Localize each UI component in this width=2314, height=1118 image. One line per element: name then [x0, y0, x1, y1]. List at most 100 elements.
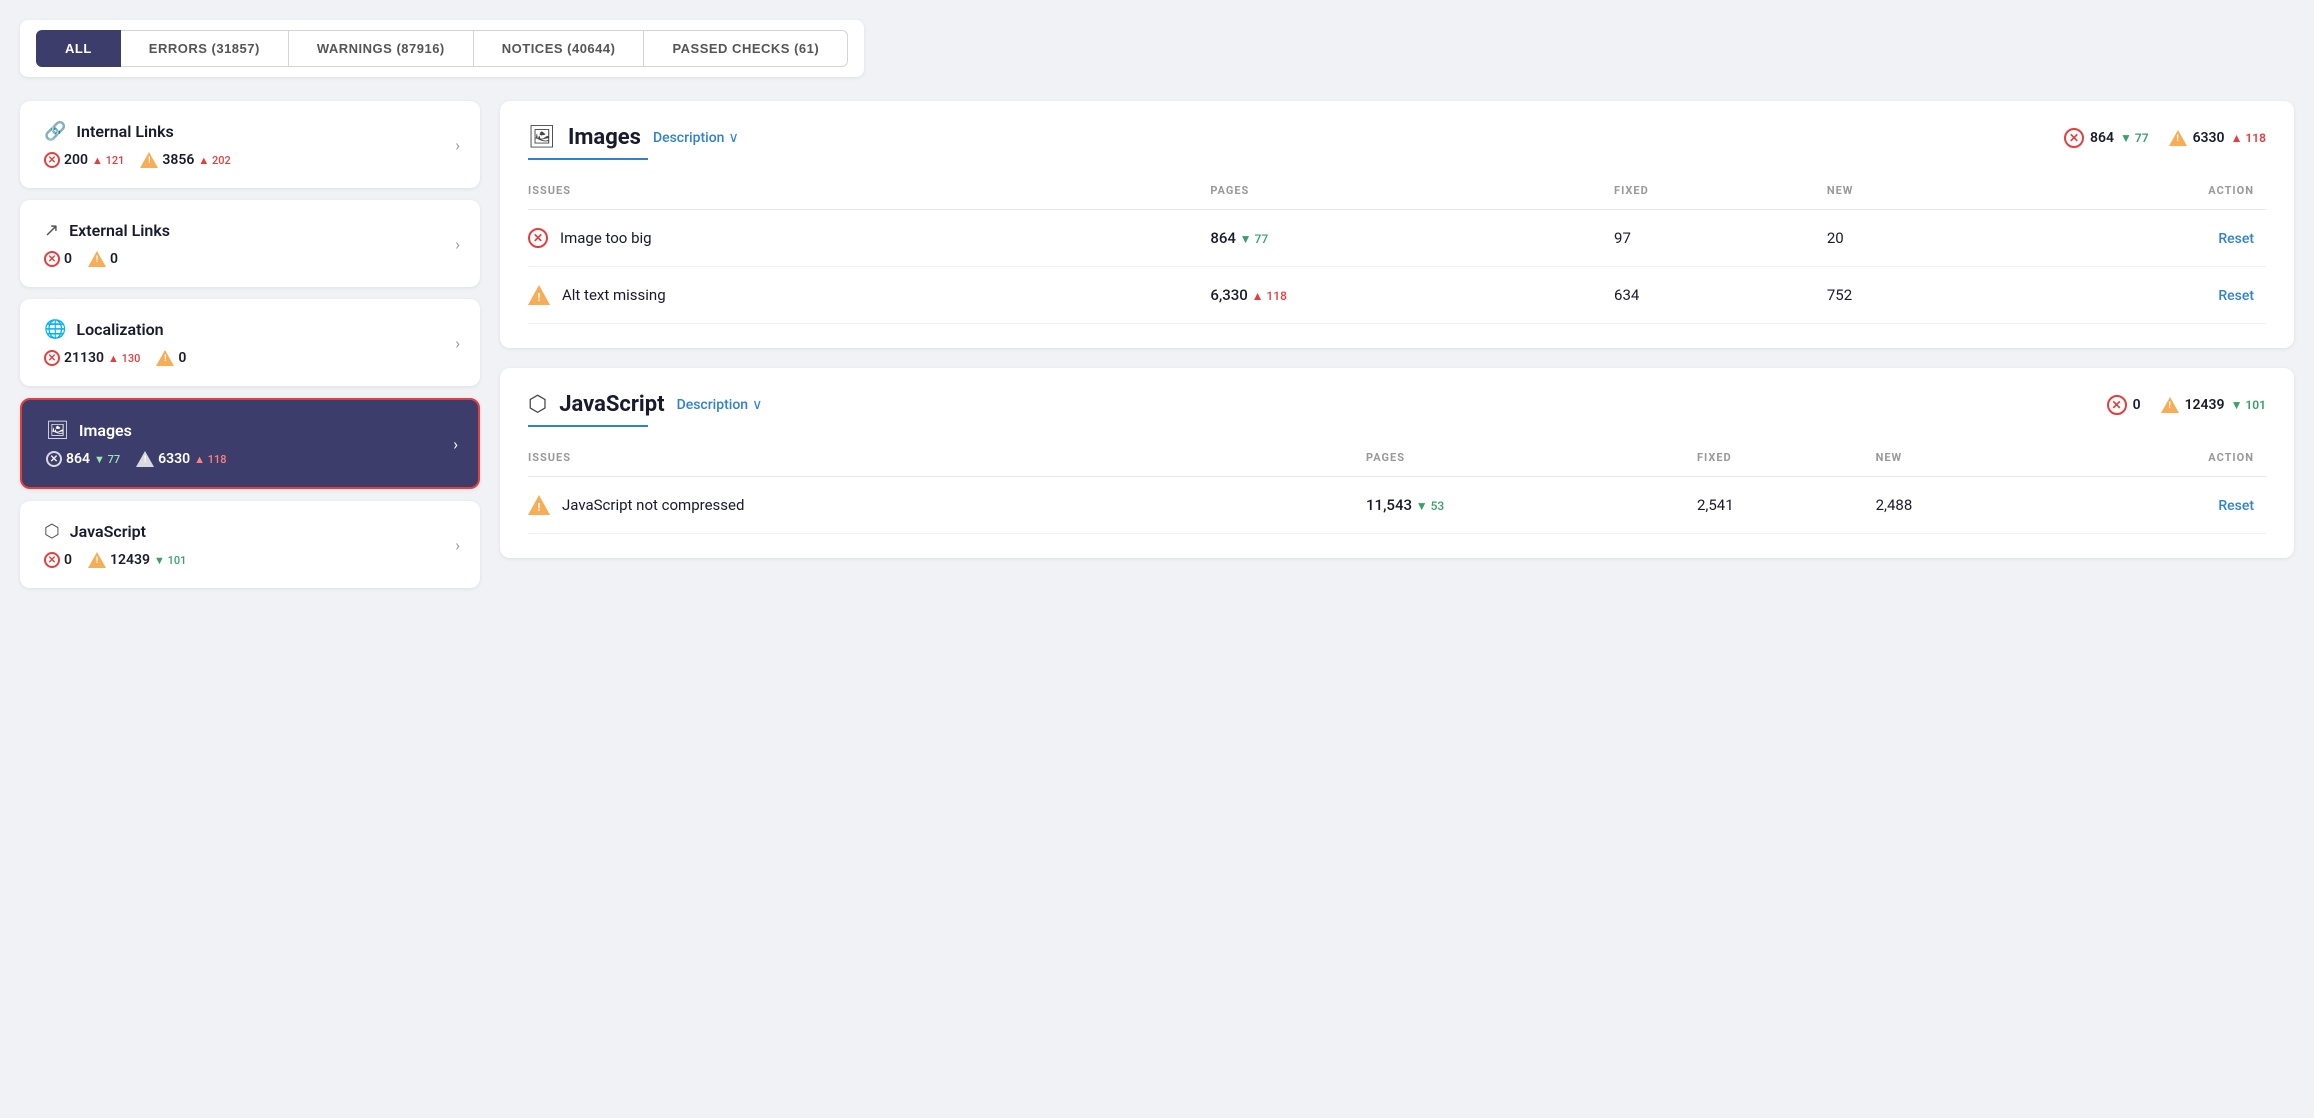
tab-passed[interactable]: PASSED CHECKS (61) — [644, 30, 848, 67]
chevron-down-icon: ∨ — [728, 130, 738, 146]
javascript-header-stats: ✕ 0 ! 12439 ▼ 101 — [2107, 395, 2266, 415]
tab-all[interactable]: ALL — [36, 30, 121, 67]
reset-button[interactable]: Reset — [2218, 231, 2254, 247]
chevron-right-icon: › — [455, 135, 460, 154]
external-links-warning-count: 0 — [110, 251, 118, 267]
issue-name: Image too big — [560, 229, 652, 247]
localization-warning-stat: ! 0 — [156, 350, 186, 366]
sidebar-item-javascript[interactable]: ⬡ JavaScript ✕ 0 ! 12439 ▼ 101 — [20, 501, 480, 588]
sidebar-item-internal-links[interactable]: 🔗 Internal Links ✕ 200 ▲ 121 ! 3856 — [20, 101, 480, 188]
localization-error-count: 21130 — [64, 350, 104, 366]
table-header-row: ISSUES PAGES FIXED NEW ACTION — [528, 443, 2266, 477]
pages-trend: ▼ 77 — [1240, 232, 1269, 246]
card-header-internal-links: 🔗 Internal Links — [44, 121, 456, 142]
javascript-title: JavaScript — [70, 522, 146, 541]
fixed-cell: 2,541 — [1697, 477, 1876, 534]
pages-trend: ▲ 118 — [1252, 289, 1287, 303]
sidebar-item-localization[interactable]: 🌐 Localization ✕ 21130 ▲ 130 ! 0 — [20, 299, 480, 386]
error-circle-icon: ✕ — [2107, 395, 2127, 415]
sidebar-item-external-links[interactable]: ↗ External Links ✕ 0 ! 0 — [20, 200, 480, 287]
new-cell: 2,488 — [1876, 477, 2055, 534]
images-description-link[interactable]: Description ∨ — [653, 130, 739, 146]
reset-button[interactable]: Reset — [2218, 288, 2254, 304]
table-row: ! JavaScript not compressed 11,543 ▼ 53 … — [528, 477, 2266, 534]
javascript-stats: ✕ 0 ! 12439 ▼ 101 — [44, 552, 456, 568]
images-warning-count: 6330 — [158, 451, 190, 467]
images-header-warning-count: 6330 — [2193, 130, 2225, 146]
javascript-warning-stat: ! 12439 ▼ 101 — [88, 552, 186, 568]
internal-links-stats: ✕ 200 ▲ 121 ! 3856 ▲ 202 — [44, 152, 456, 168]
javascript-icon: ⬡ — [44, 521, 60, 542]
chevron-down-icon: ∨ — [752, 397, 762, 413]
javascript-header-warning-trend: ▼ 101 — [2231, 398, 2266, 412]
new-cell: 752 — [1827, 267, 2003, 324]
col-issues: ISSUES — [528, 176, 1210, 210]
tab-warnings[interactable]: WARNINGS (87916) — [289, 30, 474, 67]
external-link-icon: ↗ — [44, 220, 59, 241]
pages-count: 11,543 — [1366, 496, 1412, 514]
card-header-external-links: ↗ External Links — [44, 220, 456, 241]
col-action: ACTION — [2003, 176, 2266, 210]
action-cell: Reset — [2003, 267, 2266, 324]
image-icon: 🖼 — [46, 420, 69, 441]
link-icon: 🔗 — [44, 121, 66, 142]
localization-title: Localization — [76, 320, 163, 339]
images-issues-table: ISSUES PAGES FIXED NEW ACTION ✕ — [528, 176, 2266, 324]
issue-name: Alt text missing — [562, 286, 666, 304]
warning-triangle-icon: ! — [528, 495, 550, 515]
images-panel-icon: 🖼 — [528, 125, 556, 150]
javascript-divider — [528, 425, 648, 427]
internal-links-error-stat: ✕ 200 ▲ 121 — [44, 152, 124, 168]
images-panel-header: 🖼 Images Description ∨ ✕ 864 ▼ 77 — [528, 125, 2266, 150]
external-links-stats: ✕ 0 ! 0 — [44, 251, 456, 267]
images-header-warning: ! 6330 ▲ 118 — [2169, 130, 2266, 146]
col-new: NEW — [1876, 443, 2055, 477]
internal-links-warning-stat: ! 3856 ▲ 202 — [140, 152, 230, 168]
col-new: NEW — [1827, 176, 2003, 210]
pages-count: 864 — [1210, 229, 1236, 247]
card-header-localization: 🌐 Localization — [44, 319, 456, 340]
internal-links-title: Internal Links — [76, 122, 173, 141]
javascript-description-link[interactable]: Description ∨ — [677, 397, 763, 413]
images-detail-panel: 🖼 Images Description ∨ ✕ 864 ▼ 77 — [500, 101, 2294, 348]
javascript-error-stat: ✕ 0 — [44, 552, 72, 568]
error-circle-icon: ✕ — [44, 552, 60, 568]
sidebar-item-images[interactable]: 🖼 Images ✕ 864 ▼ 77 ! 6330 — [20, 398, 480, 489]
tab-notices[interactable]: NOTICES (40644) — [474, 30, 645, 67]
tab-errors[interactable]: ERRORS (31857) — [121, 30, 289, 67]
javascript-header-error-count: 0 — [2133, 397, 2141, 413]
external-links-error-count: 0 — [64, 251, 72, 267]
table-header-row: ISSUES PAGES FIXED NEW ACTION — [528, 176, 2266, 210]
pages-trend: ▼ 53 — [1416, 499, 1445, 513]
error-circle-icon: ✕ — [528, 228, 548, 248]
images-header-error: ✕ 864 ▼ 77 — [2064, 128, 2149, 148]
card-header-javascript: ⬡ JavaScript — [44, 521, 456, 542]
warning-triangle-icon: ! — [136, 451, 154, 467]
col-action: ACTION — [2054, 443, 2266, 477]
error-circle-icon: ✕ — [46, 451, 62, 467]
col-fixed: FIXED — [1614, 176, 1827, 210]
internal-links-error-count: 200 — [64, 152, 88, 168]
error-circle-icon: ✕ — [2064, 128, 2084, 148]
images-warning-stat: ! 6330 ▲ 118 — [136, 451, 226, 467]
localization-error-trend: ▲ 130 — [108, 352, 140, 365]
images-header-stats: ✕ 864 ▼ 77 ! 6330 ▲ 118 — [2064, 128, 2266, 148]
warning-triangle-icon: ! — [88, 251, 106, 267]
warning-triangle-icon: ! — [2161, 397, 2179, 413]
error-circle-icon: ✕ — [44, 251, 60, 267]
sidebar: 🔗 Internal Links ✕ 200 ▲ 121 ! 3856 — [20, 101, 480, 588]
internal-links-warning-count: 3856 — [162, 152, 194, 168]
javascript-warning-count: 12439 — [110, 552, 150, 568]
localization-stats: ✕ 21130 ▲ 130 ! 0 — [44, 350, 456, 366]
chevron-right-icon: › — [455, 234, 460, 253]
reset-button[interactable]: Reset — [2218, 498, 2254, 514]
description-label: Description — [677, 397, 749, 413]
images-header-error-count: 864 — [2090, 130, 2114, 146]
error-circle-icon: ✕ — [44, 152, 60, 168]
internal-links-warning-trend: ▲ 202 — [198, 154, 230, 167]
chevron-right-icon: › — [453, 434, 458, 453]
images-error-trend: ▼ 77 — [94, 453, 120, 466]
action-cell: Reset — [2054, 477, 2266, 534]
external-links-warning-stat: ! 0 — [88, 251, 118, 267]
javascript-panel-header: ⬡ JavaScript Description ∨ ✕ 0 — [528, 392, 2266, 417]
